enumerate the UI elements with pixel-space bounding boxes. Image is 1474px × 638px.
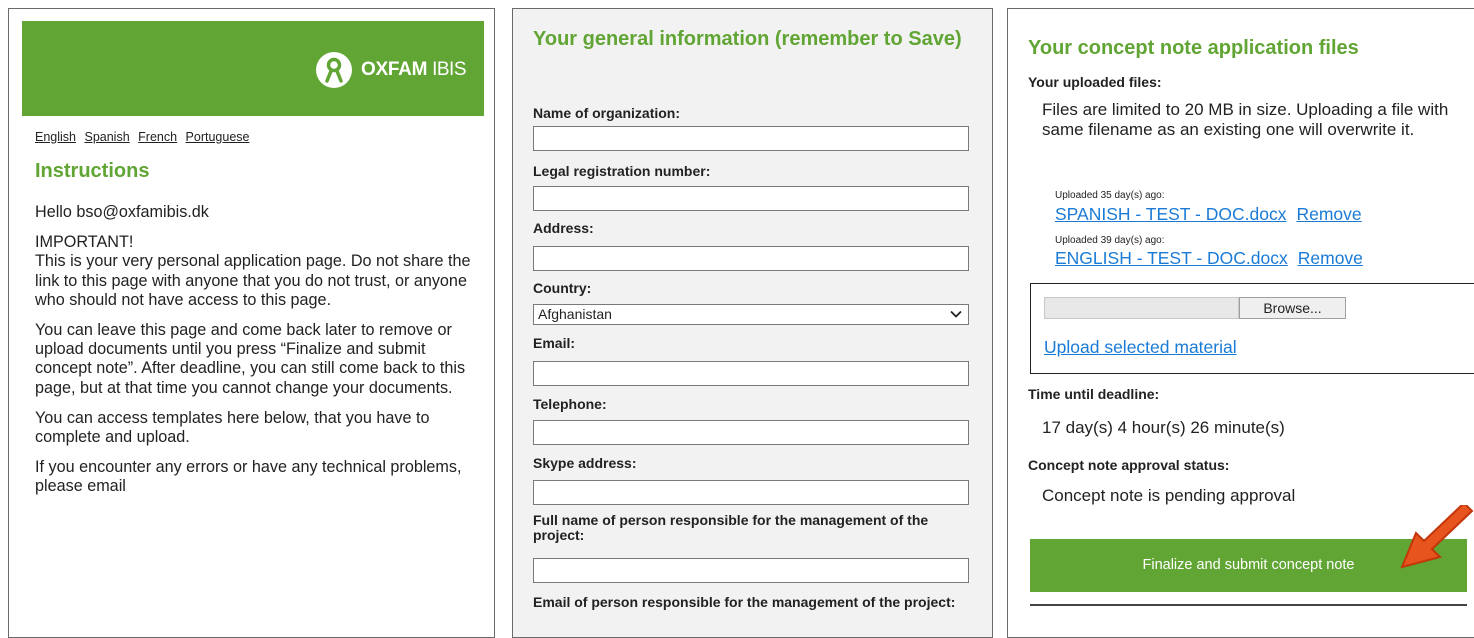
address-label: Address:: [533, 220, 594, 236]
instructions-panel: OXFAM IBIS English Spanish French Portug…: [8, 8, 495, 638]
upload-box: Browse... Upload selected material: [1030, 283, 1474, 374]
approval-status-value: Concept note is pending approval: [1042, 486, 1296, 505]
telephone-label: Telephone:: [533, 396, 607, 412]
file-age-note: Uploaded 35 day(s) ago:: [1055, 190, 1165, 201]
country-select[interactable]: Afghanistan: [533, 304, 969, 325]
file-path-field[interactable]: [1044, 297, 1239, 319]
greeting-text: Hello bso@oxfamibis.dk: [35, 203, 209, 221]
file-size-note: Files are limited to 20 MB in size. Uplo…: [1042, 100, 1449, 139]
responsible-name-input[interactable]: [533, 558, 969, 583]
application-files-heading: Your concept note application files: [1028, 37, 1359, 59]
upload-selected-link[interactable]: Upload selected material: [1044, 337, 1237, 358]
country-label: Country:: [533, 280, 592, 296]
language-switcher: English Spanish French Portuguese: [35, 130, 254, 144]
chevron-down-icon: [950, 307, 962, 324]
lang-english-link[interactable]: English: [35, 130, 76, 144]
org-name-input[interactable]: [533, 126, 969, 151]
important-title: IMPORTANT!: [35, 233, 134, 252]
telephone-input[interactable]: [533, 420, 969, 445]
address-input[interactable]: [533, 246, 969, 271]
lang-french-link[interactable]: French: [138, 130, 177, 144]
instructions-paragraph-2: You can leave this page and come back la…: [35, 321, 466, 397]
oxfam-logo-icon: [316, 52, 353, 88]
file-age-note: Uploaded 39 day(s) ago:: [1055, 235, 1165, 246]
general-info-panel: Your general information (remember to Sa…: [512, 8, 993, 638]
email-input[interactable]: [533, 361, 969, 386]
instructions-heading: Instructions: [35, 160, 150, 182]
file-name[interactable]: SPANISH - TEST - DOC.docx: [1055, 204, 1286, 224]
skype-input[interactable]: [533, 480, 969, 505]
important-text: This is your very personal application p…: [35, 252, 471, 309]
arrow-annotation-icon: [1400, 505, 1474, 569]
browse-button[interactable]: Browse...: [1239, 297, 1346, 319]
file-link[interactable]: ENGLISH - TEST - DOC.docx Remove: [1055, 248, 1363, 269]
lang-portuguese-link[interactable]: Portuguese: [186, 130, 250, 144]
general-info-heading: Your general information (remember to Sa…: [533, 28, 962, 50]
country-select-value: Afghanistan: [538, 306, 612, 322]
divider: [1030, 604, 1467, 606]
file-link[interactable]: SPANISH - TEST - DOC.docx Remove: [1055, 204, 1362, 225]
remove-file-link[interactable]: Remove: [1296, 204, 1361, 224]
instructions-body: Hello bso@oxfamibis.dk IMPORTANT! This i…: [35, 203, 485, 508]
approval-status-label: Concept note approval status:: [1028, 457, 1230, 473]
oxfam-logo: OXFAM IBIS: [316, 52, 466, 88]
responsible-email-label: Email of person responsible for the mana…: [533, 594, 956, 610]
deadline-label: Time until deadline:: [1028, 386, 1160, 402]
logo-light-text: IBIS: [432, 59, 466, 80]
file-name[interactable]: ENGLISH - TEST - DOC.docx: [1055, 248, 1288, 268]
instructions-paragraph-4: If you encounter any errors or have any …: [35, 458, 462, 496]
logo-bold-text: OXFAM: [361, 59, 428, 80]
lang-spanish-link[interactable]: Spanish: [84, 130, 129, 144]
responsible-name-label: Full name of person responsible for the …: [533, 512, 929, 543]
uploaded-files-label: Your uploaded files:: [1028, 74, 1162, 90]
email-label: Email:: [533, 335, 576, 351]
org-name-label: Name of organization:: [533, 105, 681, 121]
instructions-paragraph-3: You can access templates here below, tha…: [35, 408, 430, 447]
legal-reg-input[interactable]: [533, 186, 969, 211]
oxfam-banner: OXFAM IBIS: [22, 21, 484, 116]
skype-label: Skype address:: [533, 455, 637, 471]
remove-file-link[interactable]: Remove: [1298, 248, 1363, 268]
deadline-value: 17 day(s) 4 hour(s) 26 minute(s): [1042, 418, 1285, 437]
legal-reg-label: Legal registration number:: [533, 163, 711, 179]
